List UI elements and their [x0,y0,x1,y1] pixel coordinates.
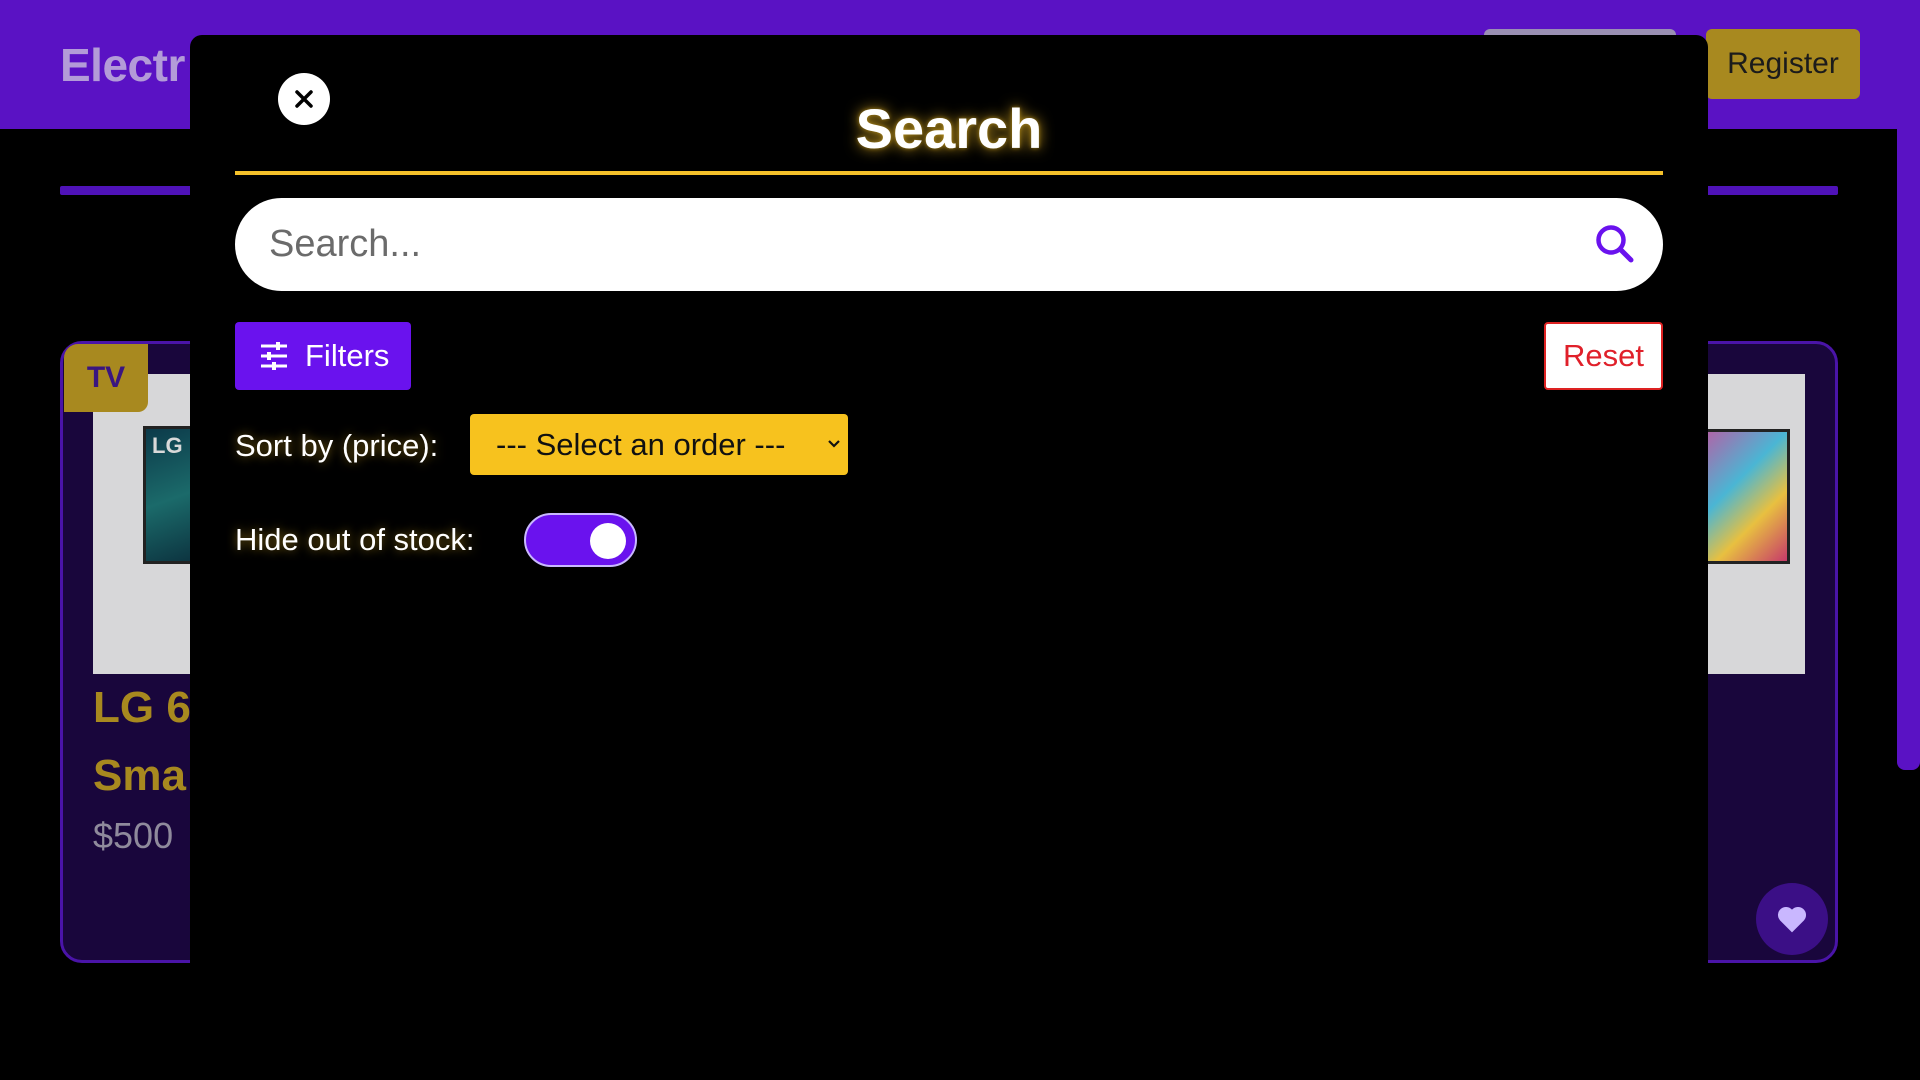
hide-out-of-stock-toggle[interactable] [524,513,637,567]
heart-icon [1777,906,1807,933]
brand-logo-text[interactable]: Electr [60,38,185,92]
tv-logo-text: LG [152,433,183,458]
filters-label: Filters [305,338,390,373]
category-badge: TV [64,344,148,412]
sort-selected-value: --- Select an order --- [496,426,786,462]
search-input[interactable] [269,198,1569,291]
search-bar [235,198,1663,291]
product-title-line2: Sma [93,751,186,800]
search-icon[interactable] [1593,222,1637,266]
title-divider [235,171,1663,175]
sort-label: Sort by (price): [235,428,439,463]
chevron-down-icon [828,440,840,448]
hide-out-of-stock-label: Hide out of stock: [235,522,475,557]
toggle-knob [590,523,626,559]
scrollbar[interactable] [1897,0,1920,770]
filters-button[interactable]: Filters [235,322,411,390]
favorite-button[interactable] [1756,883,1828,955]
product-title-line1: LG 6 [93,683,191,732]
product-image: LG [93,374,203,674]
sort-order-select[interactable]: --- Select an order --- [470,414,848,475]
modal-title: Search [855,97,1043,160]
tv-image-2 [1698,429,1790,564]
filters-sliders-icon [261,342,287,370]
product-price: $500 [93,815,174,856]
reset-button[interactable]: Reset [1544,322,1663,390]
product-image-2 [1698,374,1805,674]
register-button[interactable]: Register [1706,29,1860,99]
